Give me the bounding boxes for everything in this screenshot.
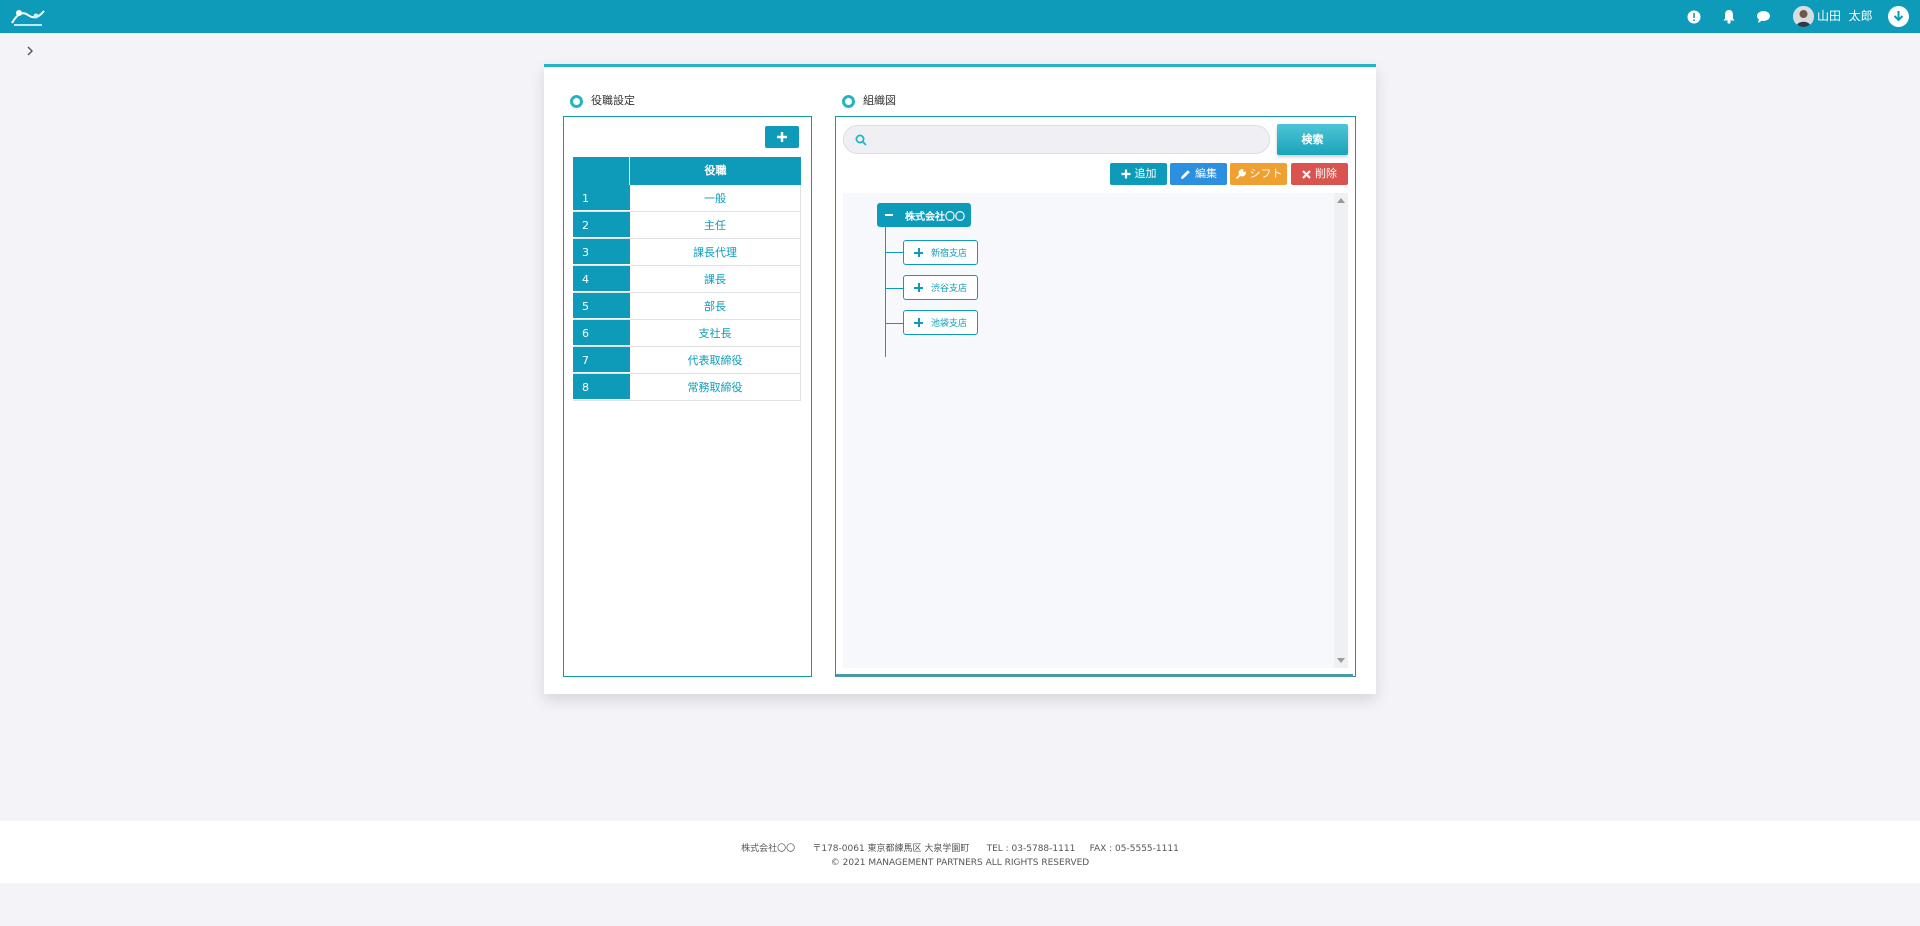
shift-button-label: シフト	[1249, 167, 1283, 180]
delete-button[interactable]: 削除	[1291, 163, 1348, 185]
bell-icon[interactable]	[1720, 8, 1737, 25]
ring-icon	[570, 94, 583, 108]
app-logo-icon[interactable]	[10, 5, 46, 27]
search-input[interactable]	[874, 130, 1259, 150]
footer-contact: 株式会社〇〇 〒178-0061 東京都練馬区 大泉学園町 TEL : 03-5…	[0, 841, 1920, 854]
footer-company: 株式会社〇〇	[741, 844, 796, 854]
shift-button[interactable]: シフト	[1230, 163, 1287, 185]
download-icon[interactable]	[1888, 6, 1909, 27]
tree-connector	[885, 227, 886, 357]
footer-fax: FAX : 05-5555-1111	[1089, 844, 1179, 854]
footer: 株式会社〇〇 〒178-0061 東京都練馬区 大泉学園町 TEL : 03-5…	[0, 821, 1920, 883]
org-branch-node[interactable]: 渋谷支店	[903, 275, 978, 300]
header-position-cell: 役職	[630, 157, 801, 185]
tree-scrollbar[interactable]	[1334, 193, 1348, 668]
table-row[interactable]: 5 部長	[573, 293, 801, 320]
table-row[interactable]: 4 課長	[573, 266, 801, 293]
org-title-text: 組織図	[863, 94, 896, 107]
org-branch-label: 新宿支店	[931, 249, 968, 259]
user-name[interactable]: 山田 太郎	[1817, 7, 1873, 25]
positions-table: 役職 1 一般 2 主任 3 課長代理 4 課長 5 部長 6 支社長 7 代表…	[573, 157, 801, 401]
row-number: 6	[573, 320, 630, 346]
avatar[interactable]	[1793, 6, 1814, 27]
edit-button[interactable]: 編集	[1170, 163, 1227, 185]
table-row[interactable]: 3 課長代理	[573, 239, 801, 266]
main-card: 役職設定 役職 1 一般 2 主任 3 課長代理 4 課長 5 部長 6 支社長…	[544, 64, 1376, 694]
row-position-name[interactable]: 代表取締役	[630, 347, 801, 373]
scroll-down-icon[interactable]	[1337, 658, 1345, 663]
alert-icon[interactable]	[1685, 8, 1702, 25]
row-position-name[interactable]: 支社長	[630, 320, 801, 346]
tree-connector	[885, 252, 903, 253]
row-position-name[interactable]: 一般	[630, 185, 801, 211]
table-row[interactable]: 2 主任	[573, 212, 801, 239]
table-row[interactable]: 8 常務取締役	[573, 374, 801, 401]
tree-connector	[885, 323, 903, 324]
org-tree-area: 株式会社〇〇 新宿支店 渋谷支店 池袋支店	[843, 193, 1348, 668]
row-number: 3	[573, 239, 630, 265]
header-number-cell	[573, 157, 630, 185]
footer-address: 〒178-0061 東京都練馬区 大泉学園町	[812, 844, 970, 854]
row-number: 7	[573, 347, 630, 373]
row-number: 8	[573, 374, 630, 400]
add-button[interactable]: 追加	[1110, 163, 1167, 185]
org-branch-node[interactable]: 新宿支店	[903, 240, 978, 265]
positions-table-header: 役職	[573, 157, 801, 185]
add-button-label: 追加	[1134, 167, 1157, 180]
positions-section-title: 役職設定	[570, 93, 635, 109]
org-branch-node[interactable]: 池袋支店	[903, 310, 978, 335]
tree-connector	[885, 288, 903, 289]
expand-icon[interactable]	[914, 318, 923, 327]
ring-icon	[842, 94, 855, 108]
org-branch-label: 渋谷支店	[931, 284, 968, 294]
row-number: 2	[573, 212, 630, 238]
row-number: 4	[573, 266, 630, 292]
wrench-icon	[1235, 168, 1246, 179]
org-branch-label: 池袋支店	[931, 319, 968, 329]
plus-icon	[1121, 169, 1130, 179]
table-row[interactable]: 6 支社長	[573, 320, 801, 347]
tree-bottom-bar	[836, 674, 1353, 677]
row-position-name[interactable]: 課長	[630, 266, 801, 292]
row-position-name[interactable]: 主任	[630, 212, 801, 238]
edit-button-label: 編集	[1195, 167, 1217, 180]
footer-tel: TEL : 03-5788-1111	[986, 844, 1076, 854]
collapse-icon[interactable]	[885, 214, 893, 216]
row-number: 1	[573, 185, 630, 211]
scroll-up-icon[interactable]	[1337, 198, 1345, 203]
search-icon	[855, 134, 867, 146]
table-row[interactable]: 7 代表取締役	[573, 347, 801, 374]
plus-icon	[777, 132, 787, 142]
chat-icon[interactable]	[1755, 8, 1772, 25]
org-panel: 検索 追加 編集 シフト 削除 株式会社〇〇 新宿支店 渋谷支店 池袋支店	[835, 116, 1356, 677]
row-position-name[interactable]: 部長	[630, 293, 801, 319]
org-section-title: 組織図	[842, 93, 896, 109]
footer-copyright: © 2021 MANAGEMENT PARTNERS ALL RIGHTS RE…	[830, 858, 1090, 868]
add-position-button[interactable]	[765, 126, 799, 148]
positions-panel: 役職 1 一般 2 主任 3 課長代理 4 課長 5 部長 6 支社長 7 代表…	[563, 116, 812, 677]
pencil-icon	[1181, 169, 1190, 179]
expand-icon[interactable]	[914, 283, 923, 292]
top-header: 山田 太郎	[0, 0, 1920, 33]
table-row[interactable]: 1 一般	[573, 185, 801, 212]
row-position-name[interactable]: 常務取締役	[630, 374, 801, 400]
search-box	[843, 125, 1270, 154]
search-button[interactable]: 検索	[1277, 124, 1348, 155]
org-root-label: 株式会社〇〇	[905, 211, 965, 223]
row-position-name[interactable]: 課長代理	[630, 239, 801, 265]
row-number: 5	[573, 293, 630, 319]
org-root-node[interactable]: 株式会社〇〇	[877, 203, 971, 227]
close-icon	[1302, 169, 1311, 179]
chevron-right-icon[interactable]	[25, 42, 35, 56]
expand-icon[interactable]	[914, 248, 923, 257]
delete-button-label: 削除	[1315, 167, 1337, 180]
positions-title-text: 役職設定	[591, 94, 635, 107]
